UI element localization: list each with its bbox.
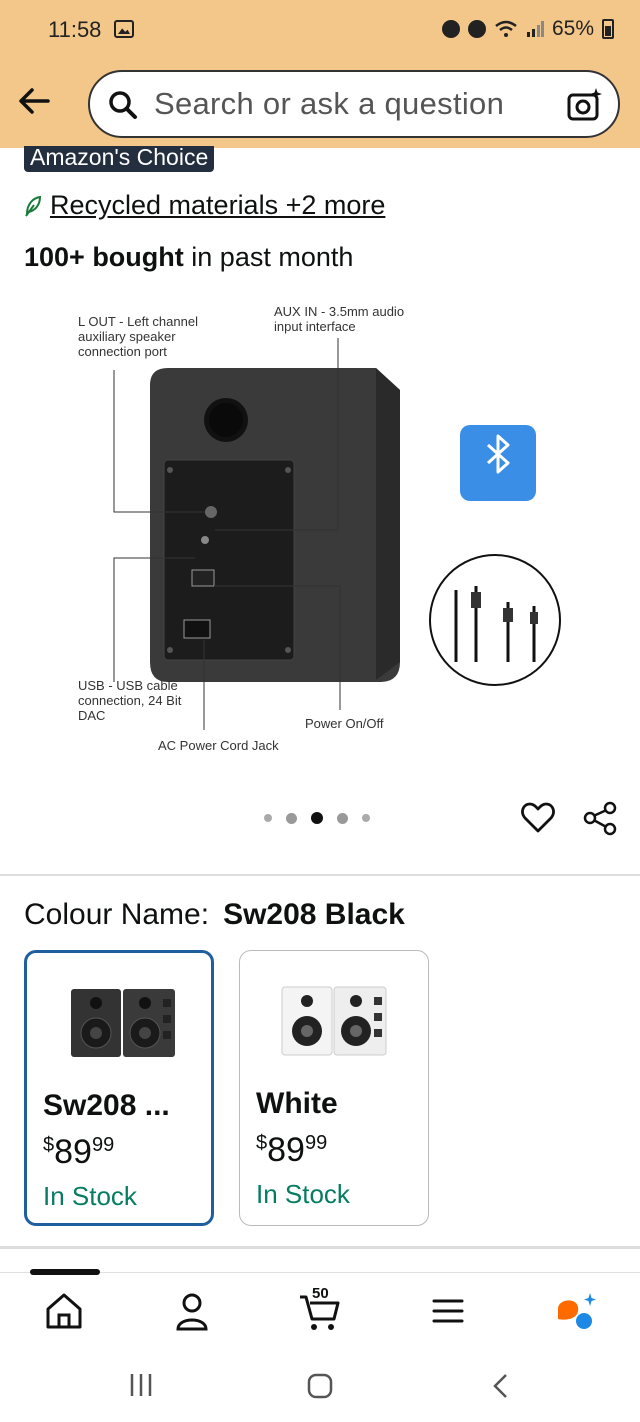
price-cents: 99 [304,1132,328,1154]
stock-status: In Stock [256,1179,350,1209]
price-currency: $ [43,1134,55,1156]
carousel-dot-active[interactable] [311,812,323,824]
colour-option-name: White [256,1087,338,1120]
carousel-dot[interactable] [264,814,272,822]
callout-ac: AC Power Cord Jack [158,738,279,753]
white-speakers-thumbnail [281,986,387,1056]
camera-search-icon[interactable] [566,86,604,124]
status-bar: 11:58 65% [0,0,640,62]
battery-percent: 65% [551,17,594,40]
system-navigation [0,1350,640,1422]
cart-button[interactable]: 50 [298,1285,342,1333]
carousel-dot[interactable] [286,812,297,824]
colour-option-price: $8999 [43,1133,114,1172]
purchase-count: 100+ bought [24,242,184,272]
rufus-assistant-icon[interactable] [554,1289,598,1333]
stock-status: In Stock [43,1181,137,1211]
signal-icon [526,21,544,37]
search-header: Search or ask a question [0,62,640,148]
product-image[interactable]: L OUT - Left channel auxiliary speaker c… [0,290,640,770]
status-icons: 65% [441,17,614,41]
price-whole: 89 [267,1131,305,1169]
search-icon [109,91,137,119]
colour-label-text: Colour Name: [24,898,210,931]
callout-lout: L OUT - Left channel auxiliary speaker c… [78,314,198,359]
callout-auxin: AUX IN - 3.5mm audio input interface [274,304,405,334]
amazons-choice-badge: Amazon's Choice [24,146,215,172]
wishlist-heart-icon[interactable] [520,800,556,836]
home-icon[interactable] [42,1289,86,1333]
recent-apps-icon[interactable] [128,1372,154,1398]
alarm-icon [467,20,486,38]
colour-selected-value: Sw208 Black [223,898,405,931]
section-divider [0,874,640,876]
carousel-dot[interactable] [362,814,370,822]
price-whole: 89 [54,1133,92,1171]
back-arrow-icon[interactable] [14,80,56,122]
leaf-icon [25,195,42,217]
search-placeholder: Search or ask a question [154,86,505,121]
notification-icon [441,20,460,38]
section-divider [0,1246,640,1249]
callout-usb: USB - USB cable connection, 24 Bit DAC [78,678,182,723]
bottom-navigation: 50 [0,1269,640,1348]
price-currency: $ [256,1132,268,1154]
account-icon[interactable] [170,1289,214,1333]
black-speakers-thumbnail [71,989,175,1057]
share-icon[interactable] [582,800,618,836]
colour-option-black[interactable]: Sw208 ... $8999 In Stock [24,950,214,1226]
purchase-stats: 100+ bought in past month [24,242,353,273]
price-cents: 99 [91,1134,115,1156]
menu-icon[interactable] [426,1289,470,1333]
battery-icon [602,19,614,39]
status-time: 11:58 [48,17,102,42]
image-carousel-dots [264,812,370,824]
cart-count: 50 [312,1285,329,1302]
carousel-dot[interactable] [337,812,348,824]
purchase-period: in past month [183,242,354,272]
colour-option-price: $8999 [256,1131,327,1170]
search-input[interactable]: Search or ask a question [88,70,620,138]
wifi-icon [495,20,517,37]
colour-label: Colour Name: Sw208 Black [24,898,405,932]
system-back-icon[interactable] [490,1372,512,1400]
sustainability-link[interactable]: Recycled materials +2 more [24,190,385,221]
colour-option-name: Sw208 ... [43,1089,170,1122]
callout-power: Power On/Off [305,716,384,731]
active-tab-indicator [30,1269,100,1275]
sustainability-link-text[interactable]: Recycled materials +2 more [50,190,385,221]
gallery-notification-icon [114,20,134,38]
home-button-icon[interactable] [306,1372,334,1400]
colour-option-white[interactable]: White $8999 In Stock [239,950,429,1226]
